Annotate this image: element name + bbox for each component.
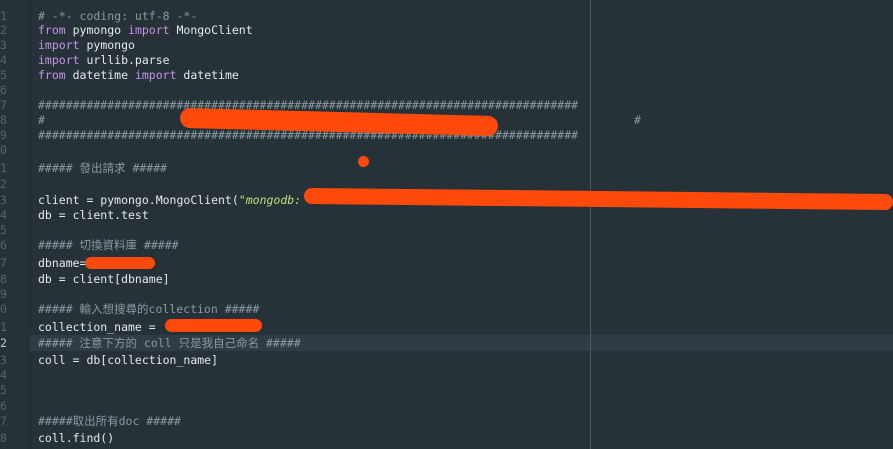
module-name: datetime xyxy=(65,68,135,82)
code-line-13: client = pymongo.MongoClient("mongodb: xyxy=(38,192,301,208)
code-line-2: from pymongo import MongoClient xyxy=(38,22,253,38)
redaction-dot xyxy=(358,156,369,167)
code-line-11: ##### 發出請求 ##### xyxy=(38,161,168,175)
line-number: 6 xyxy=(0,83,7,97)
code-line-16: ##### 切換資料庫 ##### xyxy=(38,238,179,252)
line-number: 3 xyxy=(0,193,7,207)
code-line-8-start: # xyxy=(38,113,45,127)
redaction-mark xyxy=(165,319,262,332)
code-line-5: from datetime import datetime xyxy=(38,67,239,83)
keyword: import xyxy=(38,38,80,52)
line-number-gutter: 1234567890123456789012345678 xyxy=(0,0,31,449)
line-number: 0 xyxy=(0,302,7,316)
line-number: 5 xyxy=(0,68,7,82)
code-line-27: #####取出所有doc ##### xyxy=(38,414,181,428)
code-text: client = pymongo.MongoClient( xyxy=(38,193,239,207)
line-number: 4 xyxy=(0,208,7,222)
code-area[interactable]: # -*- coding: utf-8 -*- from pymongo imp… xyxy=(38,0,893,449)
keyword: import xyxy=(128,23,170,37)
redaction-mark xyxy=(85,257,155,269)
code-line-23: coll = db[collection_name] xyxy=(38,353,219,367)
keyword: import xyxy=(134,68,177,82)
line-number: 7 xyxy=(0,414,7,428)
code-line-22: ##### 注意下方的 coll 只是我自己命名 ##### xyxy=(38,336,301,350)
module-name: urllib.parse xyxy=(79,53,170,67)
line-number: 3 xyxy=(0,353,7,367)
line-number: 1 xyxy=(0,161,7,175)
line-number: 8 xyxy=(0,272,7,286)
code-editor[interactable]: 1234567890123456789012345678 # -*- codin… xyxy=(0,0,893,449)
line-number: 2 xyxy=(0,177,7,191)
keyword: from xyxy=(38,23,66,37)
line-number: 4 xyxy=(0,368,7,382)
string-literal: "mongodb: xyxy=(238,193,302,207)
code-line-3: import pymongo xyxy=(38,37,135,53)
line-number: 6 xyxy=(0,399,7,413)
line-number: 6 xyxy=(0,238,7,252)
module-name: pymongo xyxy=(65,23,129,37)
code-line-17: dbname= xyxy=(38,256,87,270)
import-name: datetime xyxy=(176,68,239,82)
line-number: 9 xyxy=(0,128,7,142)
code-line-8-end: # xyxy=(634,113,641,127)
line-number: 3 xyxy=(0,38,7,52)
line-number: 7 xyxy=(0,256,7,270)
code-line-18: db = client[dbname] xyxy=(38,272,170,286)
line-number: 2 xyxy=(0,336,7,350)
code-line-20: ##### 輸入想搜尋的collection ##### xyxy=(38,302,260,316)
keyword: from xyxy=(38,68,66,82)
line-number: 8 xyxy=(0,431,7,445)
code-line-14: db = client.test xyxy=(38,208,149,222)
module-name: pymongo xyxy=(79,38,135,52)
keyword: import xyxy=(38,53,80,67)
line-number: 0 xyxy=(0,143,7,157)
line-number: 8 xyxy=(0,113,7,127)
import-name: MongoClient xyxy=(169,23,253,37)
line-number: 5 xyxy=(0,223,7,237)
line-number: 4 xyxy=(0,53,7,67)
line-number: 9 xyxy=(0,287,7,301)
line-number: 2 xyxy=(0,23,7,37)
code-line-4: import urllib.parse xyxy=(38,52,170,68)
code-line-21: collection_name = xyxy=(38,320,163,334)
line-number: 5 xyxy=(0,383,7,397)
line-number: 1 xyxy=(0,320,7,334)
line-number: 7 xyxy=(0,98,7,112)
code-line-28: coll.find() xyxy=(38,431,115,445)
